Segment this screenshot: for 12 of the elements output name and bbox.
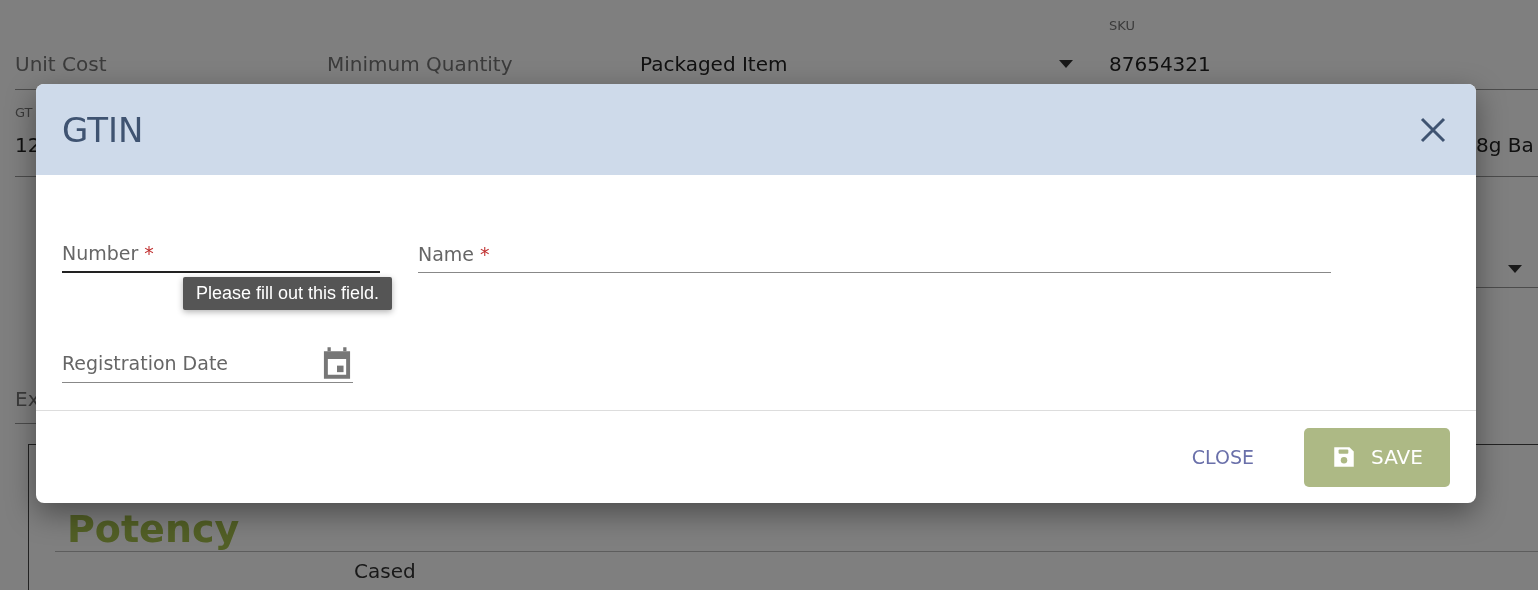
close-icon[interactable] bbox=[1420, 116, 1446, 143]
calendar-icon[interactable] bbox=[321, 346, 353, 380]
dropdown-arrow-icon[interactable] bbox=[1059, 60, 1073, 68]
validation-tooltip: Please fill out this field. bbox=[183, 277, 393, 310]
dropdown-arrow-icon[interactable] bbox=[1508, 265, 1522, 273]
table-cell-text: Cased bbox=[354, 559, 417, 583]
close-button[interactable]: CLOSE bbox=[1191, 438, 1254, 476]
number-field[interactable]: Number * bbox=[62, 235, 380, 273]
dialog-title: GTIN bbox=[62, 109, 144, 150]
date-field[interactable]: Registration Date bbox=[62, 344, 353, 383]
panel-title: Potency bbox=[55, 507, 1538, 552]
name-field[interactable]: Name * bbox=[418, 235, 1331, 273]
